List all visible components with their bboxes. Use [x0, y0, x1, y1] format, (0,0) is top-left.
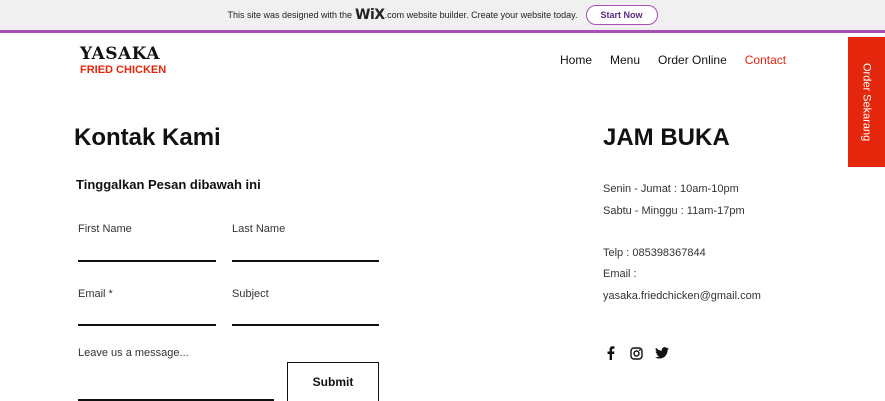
social-links: [603, 346, 669, 360]
hours-weekend: Sabtu - Minggu : 11am-17pm: [603, 205, 745, 217]
banner-text-before: This site was designed with the: [227, 10, 353, 20]
submit-button[interactable]: Submit: [287, 362, 379, 401]
site-logo[interactable]: YASAKA FRIED CHICKEN: [80, 46, 166, 77]
hours-weekday: Senin - Jumat : 10am-10pm: [603, 183, 739, 195]
order-sekarang-tab[interactable]: Order Sekarang: [848, 37, 885, 167]
nav-contact[interactable]: Contact: [745, 53, 786, 67]
subject-label: Subject: [232, 288, 269, 300]
start-now-button[interactable]: Start Now: [585, 5, 658, 25]
phone-text: Telp : 085398367844: [603, 247, 706, 259]
email-label: Email *: [78, 288, 113, 300]
hours-title: JAM BUKA: [603, 124, 730, 151]
main-nav: Home Menu Order Online Contact: [560, 53, 786, 67]
nav-home[interactable]: Home: [560, 53, 592, 67]
banner-message: This site was designed with the WiX .com …: [227, 7, 577, 23]
logo-line1: YASAKA: [80, 44, 160, 64]
logo-line2: FRIED CHICKEN: [80, 64, 167, 76]
nav-order-online[interactable]: Order Online: [658, 53, 727, 67]
contact-title: Kontak Kami: [74, 124, 221, 151]
order-sekarang-label: Order Sekarang: [860, 62, 873, 142]
banner-text-after: .com website builder. Create your websit…: [384, 10, 578, 20]
facebook-icon[interactable]: [603, 346, 617, 360]
email-field[interactable]: [78, 324, 216, 326]
first-name-field[interactable]: [78, 260, 216, 262]
message-label: Leave us a message...: [78, 347, 189, 359]
email-address[interactable]: yasaka.friedchicken@gmail.com: [603, 290, 761, 302]
first-name-label: First Name: [78, 223, 132, 235]
wix-logo[interactable]: WiX: [355, 7, 385, 23]
wix-banner: This site was designed with the WiX .com …: [0, 0, 885, 33]
last-name-label: Last Name: [232, 223, 286, 235]
email-heading: Email :: [603, 268, 637, 280]
contact-subtitle: Tinggalkan Pesan dibawah ini: [76, 177, 261, 192]
subject-field[interactable]: [232, 324, 379, 326]
instagram-icon[interactable]: [629, 346, 643, 360]
twitter-icon[interactable]: [655, 346, 669, 360]
nav-menu[interactable]: Menu: [610, 53, 640, 67]
last-name-field[interactable]: [232, 260, 379, 262]
